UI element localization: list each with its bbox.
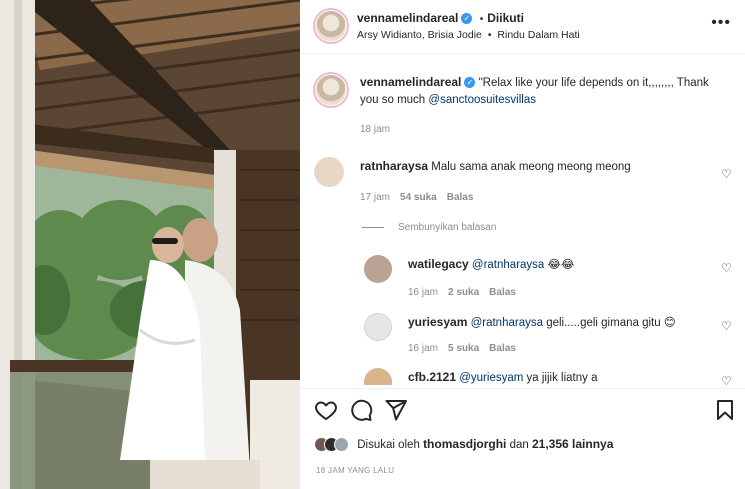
post-header: vennamelindareal ✓ • Diikuti Arsy Widianto… bbox=[300, 0, 745, 54]
reply-text-block: watilegacy @ratnharaysa 😂😂 bbox=[408, 256, 574, 274]
comment-username[interactable]: ratnharaysa bbox=[360, 159, 428, 173]
reply-text-block: yuriesyam @ratnharaysa geli.....geli gim… bbox=[408, 314, 676, 332]
caption-mention[interactable]: @sanctoosuitesvillas bbox=[428, 94, 536, 106]
reply-time[interactable]: 16 jam bbox=[408, 343, 438, 354]
reply-avatar[interactable] bbox=[364, 368, 392, 385]
comment-text: Malu sama anak meong meong meong bbox=[431, 161, 631, 173]
send-icon[interactable] bbox=[384, 398, 408, 422]
reply-text: 😂😂 bbox=[547, 259, 575, 271]
likes-prefix: Disukai oleh bbox=[357, 439, 420, 451]
post-time-ago[interactable]: 18 JAM YANG LALU bbox=[316, 466, 394, 475]
caption-avatar[interactable] bbox=[313, 72, 349, 108]
actions-divider bbox=[300, 388, 745, 389]
reply-like-heart-icon[interactable]: ♡ bbox=[721, 375, 733, 385]
comment-time[interactable]: 17 jam bbox=[360, 192, 390, 203]
reply-mention[interactable]: @yuriesyam bbox=[459, 372, 523, 384]
header-subline: Arsy Widianto, Brisia Jodie • Rindu Dala… bbox=[357, 29, 580, 41]
comment-like-heart-icon[interactable]: ♡ bbox=[721, 168, 733, 180]
author-avatar-image bbox=[316, 11, 346, 41]
comment-meta: 17 jam 54 suka Balas bbox=[360, 192, 473, 203]
reply-avatar-default[interactable] bbox=[364, 313, 392, 341]
reply-avatar[interactable] bbox=[364, 255, 392, 283]
verified-badge-icon: ✓ bbox=[461, 13, 473, 25]
reply-button[interactable]: Balas bbox=[489, 343, 516, 354]
post-detail-panel: vennamelindareal ✓ • Diikuti Arsy Widianto… bbox=[300, 0, 745, 489]
likes-user[interactable]: thomasdjorghi bbox=[423, 437, 506, 451]
reply-like-heart-icon[interactable]: ♡ bbox=[721, 320, 733, 332]
caption-verified-icon: ✓ bbox=[464, 77, 476, 89]
reply-username[interactable]: watilegacy bbox=[408, 257, 469, 271]
comment-likes[interactable]: 54 suka bbox=[400, 192, 437, 203]
reply-meta: 16 jam 2 suka Balas bbox=[408, 287, 516, 298]
likes-count[interactable]: 21,356 lainnya bbox=[532, 437, 613, 451]
reply-likes[interactable]: 2 suka bbox=[448, 287, 479, 298]
comment-avatar[interactable] bbox=[314, 157, 344, 187]
reply-meta: 16 jam 5 suka Balas bbox=[408, 343, 516, 354]
reply-likes[interactable]: 5 suka bbox=[448, 343, 479, 354]
hide-replies-button[interactable]: Sembunyikan balasan bbox=[362, 222, 496, 233]
reply-mention[interactable]: @ratnharaysa bbox=[471, 317, 543, 329]
more-horizontal-icon[interactable]: ••• bbox=[711, 14, 731, 32]
heart-icon[interactable] bbox=[314, 398, 338, 422]
reply-mention[interactable]: @ratnharaysa bbox=[472, 259, 544, 271]
author-username[interactable]: vennamelindareal bbox=[357, 11, 458, 25]
likes-middle: dan bbox=[509, 439, 529, 451]
likes-summary: Disukai oleh thomasdjorghi dan 21,356 la… bbox=[314, 437, 613, 457]
reply-time[interactable]: 16 jam bbox=[408, 287, 438, 298]
header-separator: • bbox=[479, 14, 484, 25]
comment-reply-button[interactable]: Balas bbox=[447, 192, 474, 203]
author-avatar[interactable] bbox=[313, 8, 349, 44]
reply-text: geli.....geli gimana gitu 😊 bbox=[546, 317, 676, 329]
reply-text: ya jijik liatny a bbox=[526, 372, 598, 384]
hide-replies-label: Sembunyikan balasan bbox=[398, 222, 497, 233]
comment-icon[interactable] bbox=[349, 398, 373, 422]
reply-username[interactable]: yuriesyam bbox=[408, 315, 467, 329]
caption-time[interactable]: 18 jam bbox=[360, 124, 390, 135]
reply-text-block: cfb.2121 @yuriesyam ya jijik liatny a bbox=[408, 369, 597, 385]
caption-username[interactable]: vennamelindareal bbox=[360, 75, 461, 89]
header-title-row: vennamelindareal ✓ • Diikuti bbox=[357, 11, 524, 25]
reply-button[interactable]: Balas bbox=[489, 287, 516, 298]
tagged-users[interactable]: Arsy Widianto, Brisia Jodie bbox=[357, 29, 482, 41]
hide-replies-line bbox=[362, 226, 384, 228]
bookmark-icon[interactable] bbox=[713, 398, 737, 422]
caption-text-block: vennamelindareal ✓ "Relax like your life … bbox=[360, 74, 730, 109]
comment-text-block: ratnharaysa Malu sama anak meong meong m… bbox=[360, 158, 631, 176]
post-actions bbox=[300, 398, 745, 428]
subline-separator: • bbox=[487, 29, 492, 41]
reply-username[interactable]: cfb.2121 bbox=[408, 370, 456, 384]
likers-avatars[interactable] bbox=[314, 437, 349, 453]
comments-section[interactable]: vennamelindareal ✓ "Relax like your life … bbox=[300, 55, 745, 385]
post-photo-image bbox=[0, 0, 300, 489]
post-photo[interactable] bbox=[0, 0, 300, 489]
liker-avatar bbox=[334, 437, 349, 453]
caption-avatar-image bbox=[316, 75, 346, 105]
reply-like-heart-icon[interactable]: ♡ bbox=[721, 262, 733, 274]
follow-status[interactable]: Diikuti bbox=[487, 11, 524, 25]
audio-track[interactable]: Rindu Dalam Hati bbox=[497, 29, 579, 41]
